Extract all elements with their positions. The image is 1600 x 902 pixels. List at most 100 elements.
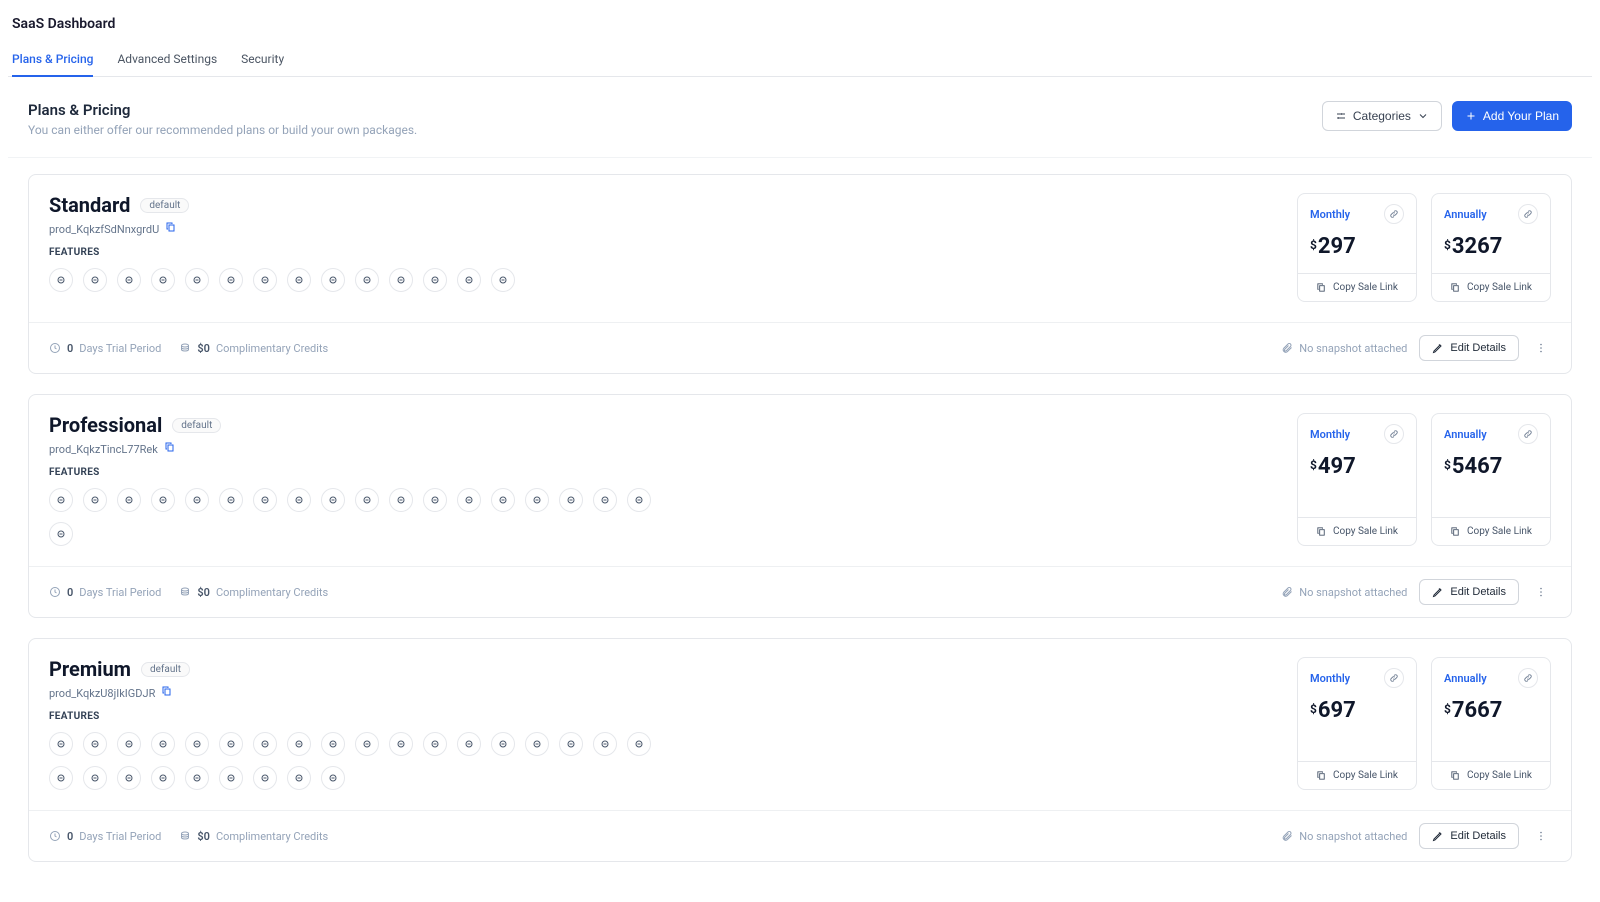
section-subtitle: You can either offer our recommended pla… — [28, 123, 417, 137]
feature-icon[interactable] — [321, 732, 345, 756]
copy-sale-link-button[interactable]: Copy Sale Link — [1298, 517, 1416, 545]
feature-icon[interactable] — [83, 732, 107, 756]
feature-icon[interactable] — [151, 488, 175, 512]
feature-icon[interactable] — [423, 732, 447, 756]
feature-icon[interactable] — [151, 268, 175, 292]
cycle-label: Monthly — [1310, 672, 1350, 685]
tab-plans-pricing[interactable]: Plans & Pricing — [12, 44, 93, 76]
feature-icon[interactable] — [559, 732, 583, 756]
feature-icon[interactable] — [355, 488, 379, 512]
feature-icon[interactable] — [151, 766, 175, 790]
tab-security[interactable]: Security — [241, 44, 284, 76]
feature-icon[interactable] — [389, 732, 413, 756]
copy-sale-link-button[interactable]: Copy Sale Link — [1432, 761, 1550, 789]
edit-details-button[interactable]: Edit Details — [1419, 823, 1519, 849]
plan-card: Professionaldefaultprod_KqkzTincL77RekFE… — [28, 394, 1572, 618]
feature-icon[interactable] — [253, 766, 277, 790]
feature-icons — [49, 488, 669, 546]
feature-icon[interactable] — [423, 268, 447, 292]
clock-icon — [49, 830, 61, 842]
feature-icon[interactable] — [457, 268, 481, 292]
edit-details-button[interactable]: Edit Details — [1419, 579, 1519, 605]
feature-icon[interactable] — [49, 766, 73, 790]
feature-icon[interactable] — [219, 268, 243, 292]
feature-icon[interactable] — [457, 732, 481, 756]
feature-icon[interactable] — [151, 732, 175, 756]
feature-icon[interactable] — [253, 488, 277, 512]
complimentary-credits: $0Complimentary Credits — [179, 342, 328, 355]
feature-icon[interactable] — [219, 766, 243, 790]
feature-icon[interactable] — [491, 488, 515, 512]
trial-period: 0Days Trial Period — [49, 830, 161, 843]
edit-details-button[interactable]: Edit Details — [1419, 335, 1519, 361]
price-box-monthly: Monthly$297Copy Sale Link — [1297, 193, 1417, 302]
copy-sale-link-button[interactable]: Copy Sale Link — [1432, 517, 1550, 545]
copy-sale-link-button[interactable]: Copy Sale Link — [1298, 273, 1416, 301]
feature-icon[interactable] — [491, 732, 515, 756]
feature-icon[interactable] — [321, 488, 345, 512]
more-options-button[interactable] — [1531, 582, 1551, 602]
feature-icon[interactable] — [117, 268, 141, 292]
feature-icon[interactable] — [355, 732, 379, 756]
feature-icon[interactable] — [321, 766, 345, 790]
copy-id-icon[interactable] — [165, 221, 177, 237]
feature-icon[interactable] — [185, 732, 209, 756]
feature-icon[interactable] — [355, 268, 379, 292]
feature-icon[interactable] — [389, 488, 413, 512]
feature-icon[interactable] — [389, 268, 413, 292]
feature-icon[interactable] — [627, 488, 651, 512]
feature-icon[interactable] — [49, 268, 73, 292]
link-icon[interactable] — [1384, 424, 1404, 444]
feature-icon[interactable] — [83, 268, 107, 292]
feature-icon[interactable] — [49, 522, 73, 546]
feature-icon[interactable] — [491, 268, 515, 292]
add-plan-button[interactable]: Add Your Plan — [1452, 101, 1572, 131]
feature-icon[interactable] — [287, 766, 311, 790]
copy-sale-link-button[interactable]: Copy Sale Link — [1298, 761, 1416, 789]
plan-card: Standarddefaultprod_KqkzfSdNnxgrdUFEATUR… — [28, 174, 1572, 374]
feature-icon[interactable] — [117, 766, 141, 790]
link-icon[interactable] — [1518, 668, 1538, 688]
feature-icon[interactable] — [593, 488, 617, 512]
feature-icon[interactable] — [559, 488, 583, 512]
feature-icon[interactable] — [253, 268, 277, 292]
feature-icon[interactable] — [83, 766, 107, 790]
copy-sale-link-button[interactable]: Copy Sale Link — [1432, 273, 1550, 301]
feature-icon[interactable] — [423, 488, 447, 512]
feature-icon[interactable] — [185, 268, 209, 292]
feature-icon[interactable] — [593, 732, 617, 756]
feature-icon[interactable] — [83, 488, 107, 512]
feature-icon[interactable] — [185, 766, 209, 790]
feature-icon[interactable] — [49, 488, 73, 512]
link-icon[interactable] — [1518, 204, 1538, 224]
price-box-annually: Annually$3267Copy Sale Link — [1431, 193, 1551, 302]
cycle-label: Annually — [1444, 672, 1487, 685]
categories-button[interactable]: Categories — [1322, 101, 1442, 131]
feature-icon[interactable] — [117, 488, 141, 512]
link-icon[interactable] — [1384, 668, 1404, 688]
feature-icon[interactable] — [457, 488, 481, 512]
feature-icon[interactable] — [219, 732, 243, 756]
tab-advanced-settings[interactable]: Advanced Settings — [117, 44, 217, 76]
copy-id-icon[interactable] — [161, 685, 173, 701]
feature-icon[interactable] — [219, 488, 243, 512]
feature-icon[interactable] — [287, 732, 311, 756]
feature-icon[interactable] — [627, 732, 651, 756]
feature-icon[interactable] — [253, 732, 277, 756]
feature-icon[interactable] — [185, 488, 209, 512]
pen-icon — [1432, 830, 1444, 842]
feature-icon[interactable] — [321, 268, 345, 292]
link-icon[interactable] — [1384, 204, 1404, 224]
link-icon[interactable] — [1518, 424, 1538, 444]
trial-period: 0Days Trial Period — [49, 586, 161, 599]
feature-icon[interactable] — [49, 732, 73, 756]
feature-icon[interactable] — [525, 732, 549, 756]
feature-icon[interactable] — [287, 268, 311, 292]
copy-id-icon[interactable] — [164, 441, 176, 457]
feature-icon[interactable] — [117, 732, 141, 756]
feature-icon[interactable] — [287, 488, 311, 512]
more-options-button[interactable] — [1531, 826, 1551, 846]
more-options-button[interactable] — [1531, 338, 1551, 358]
cycle-label: Monthly — [1310, 428, 1350, 441]
feature-icon[interactable] — [525, 488, 549, 512]
